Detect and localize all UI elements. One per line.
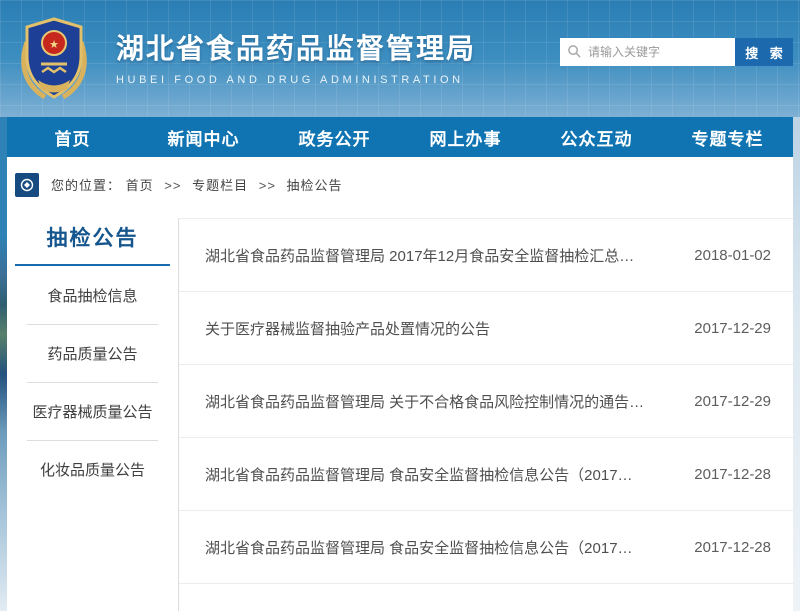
list-item: 湖北省食品药品监督管理局 2017年12月食品安全监督抽检汇总情况分析 2018… <box>179 219 793 292</box>
announcement-link[interactable]: 湖北省食品药品监督管理局 食品安全监督抽检信息公告（2017年第50期） <box>205 537 645 558</box>
announcement-date: 2017-12-28 <box>694 539 771 556</box>
list-item: 湖北省食品药品监督管理局 关于不合格食品风险控制情况的通告 （2017年第...… <box>179 365 793 438</box>
breadcrumb-special-columns[interactable]: 专题栏目 <box>192 178 248 193</box>
announcement-link[interactable]: 湖北省食品药品监督管理局 关于不合格食品风险控制情况的通告 （2017年第... <box>205 391 645 412</box>
search-input[interactable] <box>560 38 735 66</box>
search-button[interactable]: 搜 索 <box>735 38 793 66</box>
nav-item-online-services[interactable]: 网上办事 <box>400 117 531 157</box>
breadcrumb-separator: >> <box>164 178 181 193</box>
nav-item-news[interactable]: 新闻中心 <box>138 117 269 157</box>
sidebar-item-drug-quality-notice[interactable]: 药品质量公告 <box>27 324 158 382</box>
svg-text:★: ★ <box>49 39 59 51</box>
sidebar: 抽检公告 食品抽检信息 药品质量公告 医疗器械质量公告 化妆品质量公告 <box>7 212 178 611</box>
site-header: ★ 湖北省食品药品监督管理局 HUBEI FOOD AND DRUG ADMIN… <box>0 0 800 117</box>
agency-emblem-icon: ★ <box>14 14 94 104</box>
sidebar-item-cosmetics-quality-notice[interactable]: 化妆品质量公告 <box>27 440 158 498</box>
list-item: 关于医疗器械监督抽验产品处置情况的公告 2017-12-29 <box>179 292 793 365</box>
search-bar: 搜 索 <box>560 38 793 66</box>
breadcrumb: 您的位置： 首页 >> 专题栏目 >> 抽检公告 <box>7 157 793 212</box>
breadcrumb-separator: >> <box>259 178 276 193</box>
sidebar-item-medical-device-quality-notice[interactable]: 医疗器械质量公告 <box>27 382 158 440</box>
background-strip-right <box>793 117 800 611</box>
page: ★ 湖北省食品药品监督管理局 HUBEI FOOD AND DRUG ADMIN… <box>0 0 800 611</box>
site-subtitle: HUBEI FOOD AND DRUG ADMINISTRATION <box>116 74 476 86</box>
announcement-date: 2017-12-29 <box>694 393 771 410</box>
announcement-list: 湖北省食品药品监督管理局 2017年12月食品安全监督抽检汇总情况分析 2018… <box>178 218 793 611</box>
content-area: 抽检公告 食品抽检信息 药品质量公告 医疗器械质量公告 化妆品质量公告 湖北省食… <box>7 212 793 611</box>
breadcrumb-sampling-notices[interactable]: 抽检公告 <box>287 178 343 193</box>
announcement-link[interactable]: 湖北省食品药品监督管理局 2017年12月食品安全监督抽检汇总情况分析 <box>205 245 645 266</box>
nav-item-home[interactable]: 首页 <box>7 117 138 157</box>
list-item: 湖北省食品药品监督管理局 食品安全监督抽检信息公告（2017年第50期） 201… <box>179 511 793 584</box>
main-nav: 首页 新闻中心 政务公开 网上办事 公众互动 专题专栏 <box>7 117 793 157</box>
announcement-link[interactable]: 湖北省食品药品监督管理局 食品安全监督抽检信息公告（2017年第51期） <box>205 464 645 485</box>
background-photo-strip-left <box>0 117 7 611</box>
page-body: 您的位置： 首页 >> 专题栏目 >> 抽检公告 抽检公告 食品抽检信息 药品质… <box>7 157 793 611</box>
site-brand[interactable]: ★ 湖北省食品药品监督管理局 HUBEI FOOD AND DRUG ADMIN… <box>14 14 476 104</box>
announcement-date: 2018-01-02 <box>694 247 771 264</box>
announcement-date: 2017-12-29 <box>694 320 771 337</box>
site-title: 湖北省食品药品监督管理局 <box>116 32 476 66</box>
location-icon <box>15 173 39 197</box>
nav-item-gov-info[interactable]: 政务公开 <box>269 117 400 157</box>
list-item: 湖北省食品药品监督管理局 食品安全监督抽检信息公告（2017年第51期） 201… <box>179 438 793 511</box>
breadcrumb-home[interactable]: 首页 <box>126 178 154 193</box>
search-icon <box>567 44 582 59</box>
announcement-date: 2017-12-28 <box>694 466 771 483</box>
nav-item-special-topics[interactable]: 专题专栏 <box>662 117 793 157</box>
breadcrumb-label: 您的位置： <box>51 178 121 193</box>
sidebar-title: 抽检公告 <box>15 222 170 266</box>
announcement-link[interactable]: 关于医疗器械监督抽验产品处置情况的公告 <box>205 318 490 339</box>
sidebar-item-food-sampling-info[interactable]: 食品抽检信息 <box>27 266 158 324</box>
nav-item-public-interaction[interactable]: 公众互动 <box>531 117 662 157</box>
